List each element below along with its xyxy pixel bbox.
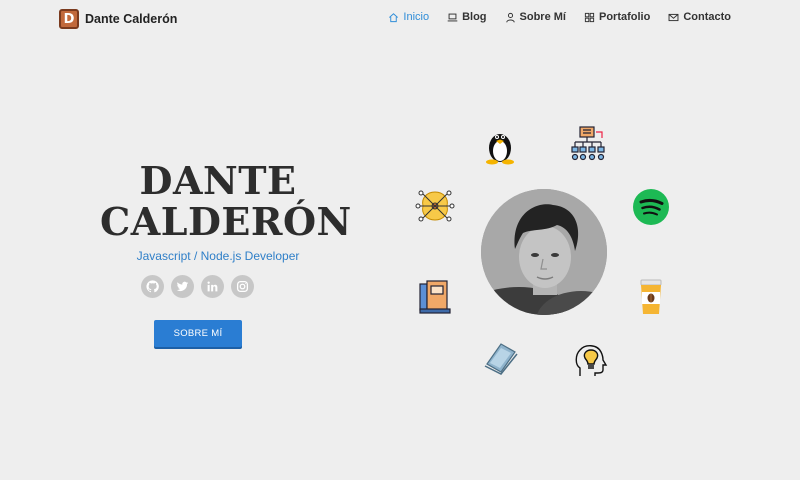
network-diagram-icon [568,124,608,164]
laptop-icon [481,338,521,378]
brand-link[interactable]: D Dante Calderón [59,8,177,30]
hero-name-line2: CALDERÓN [100,199,352,244]
nav-item-sobre-mi[interactable]: Sobre Mí [505,11,566,23]
twitter-link[interactable] [171,275,194,298]
home-icon [389,12,399,22]
user-icon [505,12,515,22]
navbar: D Dante Calderón Inicio Blog Sobre Mí Po… [0,0,800,38]
hero-name-line1: DANTE [139,158,297,203]
linkedin-icon [207,281,218,292]
sobre-mi-button[interactable]: SOBRE MÍ [154,320,242,347]
books-icon [416,276,456,316]
idea-head-icon [570,340,610,380]
hero-role: Javascript / Node.js Developer [136,249,300,263]
nav-item-blog[interactable]: Blog [447,11,487,23]
linux-tux-icon [480,126,520,166]
instagram-link[interactable] [231,275,254,298]
coffee-cup-icon [631,277,671,317]
brand-name: Dante Calderón [85,12,178,26]
avatar [481,189,607,315]
nav-item-portafolio[interactable]: Portafolio [584,11,650,23]
mail-icon [668,13,679,21]
github-link[interactable] [141,275,164,298]
nav-item-inicio[interactable]: Inicio [388,11,429,23]
instagram-icon [236,280,249,293]
main-nav: Inicio Blog Sobre Mí Portafolio Contacto [388,11,731,23]
twitter-icon [176,281,189,292]
laptop-icon [447,13,458,21]
social-links [141,275,254,298]
nav-item-contacto[interactable]: Contacto [668,11,731,23]
spotify-icon [631,187,671,227]
linkedin-link[interactable] [201,275,224,298]
neural-brain-icon [415,186,455,226]
hero-name: DANTE CALDERÓN [100,158,351,242]
brand-logo: D [59,9,79,29]
grid-icon [584,12,595,22]
github-icon [146,280,159,293]
